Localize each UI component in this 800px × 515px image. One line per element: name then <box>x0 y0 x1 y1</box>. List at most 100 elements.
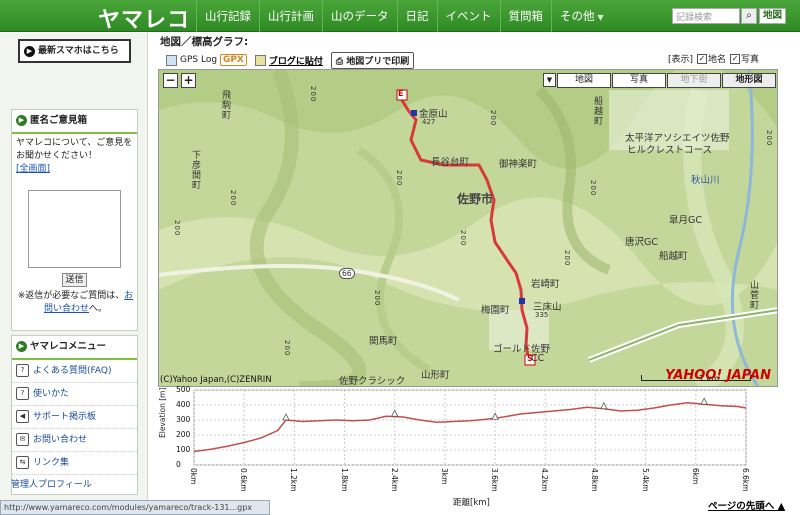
elevation-chart: Elevation [m] 距離[km] 0 100 200 300 400 500 0km… <box>158 385 760 508</box>
chevron-right-icon: ▶ <box>16 341 27 352</box>
nav-item-qa[interactable]: 質問箱 <box>499 0 552 32</box>
layer-dropdown-icon[interactable]: ▼ <box>543 73 556 87</box>
search-icon[interactable]: ⌕ <box>741 8 757 24</box>
y-tick-label: 300 <box>176 415 191 424</box>
label-shimohikoma: 下彦間町 <box>190 150 200 190</box>
label-sano-city: 佐野市 <box>457 192 494 206</box>
nav-item-events[interactable]: イベント <box>436 0 500 32</box>
layer-underground-button[interactable]: 地下街 <box>667 73 721 88</box>
browser-status-bar: http://www.yamareco.com/modules/yamareco… <box>0 500 270 515</box>
nav-item-diary[interactable]: 日記 <box>396 0 437 32</box>
print-item[interactable]: ⎙ 地図プリで印刷 <box>330 51 415 69</box>
label-sekima: 関馬町 <box>369 336 398 347</box>
label-hasedai: 長谷台町 <box>431 157 470 168</box>
opinion-textarea[interactable] <box>28 190 121 268</box>
site-logo[interactable]: ヤマレコ <box>98 2 190 34</box>
image-icon <box>254 54 266 66</box>
topographic-map[interactable]: − + ▼ 地図 写真 地下街 地形図 E S 金原山 427 長谷台町 御神楽… <box>158 69 778 387</box>
label-funakoshi-1: 船越町 <box>592 96 602 126</box>
map-button[interactable]: 地図 <box>759 8 787 24</box>
opinion-box: ▶ 匿名ご意見箱 ヤマレコについて、ご意見をお聞かせください！ [全画面] 送信 … <box>11 109 138 331</box>
label-karasawa-gc: 唐沢GC <box>625 237 658 248</box>
elevation-plot <box>193 389 747 466</box>
label-sano-classic: 佐野クラシック <box>339 376 406 387</box>
label-satsuki-gc: 皐月GC <box>669 215 702 226</box>
menu-item-howto[interactable]: ? 使いかた <box>12 383 137 406</box>
speaker-icon: ◀ <box>16 410 29 423</box>
nav-item-plans[interactable]: 山行計画 <box>259 0 322 32</box>
x-tick-label: 0.6km <box>239 468 249 492</box>
save-icon <box>166 54 177 66</box>
map-canvas <box>159 70 777 386</box>
x-tick-label: 5.4km <box>640 468 650 492</box>
y-tick-label: 200 <box>176 430 191 439</box>
label-hillcrest: ヒルクレストコース <box>627 145 713 156</box>
chevron-right-icon: ▶ <box>16 115 27 126</box>
layer-map-button[interactable]: 地図 <box>557 73 611 88</box>
menu-item-contact[interactable]: ✉ お問い合わせ <box>12 429 137 452</box>
nav-item-other[interactable]: その他 ▼ <box>551 0 612 32</box>
nav-item-records[interactable]: 山行記録 <box>196 0 259 32</box>
blog-embed-item[interactable]: ブログに貼付 <box>254 54 323 67</box>
contour-label: 200 <box>489 110 497 127</box>
label-umesono: 梅園町 <box>481 305 510 316</box>
label-cc: CC <box>531 353 545 364</box>
record-search-input[interactable]: 記録検索 <box>672 8 740 24</box>
map-toolbar: GPS Log GPX ブログに貼付 ⎙ 地図プリで印刷 <box>166 51 422 69</box>
menu-item-links[interactable]: ⇆ リンク集 <box>12 452 137 475</box>
zoom-in-button[interactable]: + <box>181 73 196 88</box>
label-akiyama-river: 秋山川 <box>691 175 720 186</box>
blog-embed-link[interactable]: ブログに貼付 <box>269 54 323 67</box>
plot-area <box>193 389 747 466</box>
printer-icon: ⎙ <box>335 56 347 67</box>
yahoo-logo: YAHOO! JAPAN <box>665 368 771 383</box>
gpx-download-button[interactable]: GPX <box>219 54 247 66</box>
photo-checkbox[interactable]: ✓ <box>730 53 741 64</box>
contour-label: 200 <box>373 290 381 307</box>
contour-label: 200 <box>459 230 467 247</box>
zoom-out-button[interactable]: − <box>163 73 178 88</box>
opinion-text: ヤマレコについて、ご意見をお聞かせください！ [全画面] <box>16 138 133 174</box>
print-map-button[interactable]: ⎙ 地図プリで印刷 <box>330 51 415 69</box>
label-yamagata: 山形町 <box>421 370 450 381</box>
mail-icon: ✉ <box>16 433 29 446</box>
menu-item-support-board[interactable]: ◀ サポート掲示板 <box>12 406 137 429</box>
main-nav: 山行記録 山行計画 山のデータ 日記 イベント 質問箱 その他 ▼ <box>196 0 612 32</box>
x-tick-label: 2.4km <box>389 468 399 492</box>
opinion-box-header: ▶ 匿名ご意見箱 <box>12 110 137 134</box>
label-kanahara-height: 427 <box>422 118 436 126</box>
summit-marker-kanahara <box>411 110 417 116</box>
y-tick-label: 400 <box>176 400 191 409</box>
x-tick-label: 0km <box>189 468 198 485</box>
menu-item-faq[interactable]: ? よくある質問(FAQ) <box>12 360 137 383</box>
summit-marker-sanshou <box>519 298 525 304</box>
place-name-checkbox[interactable]: ✓ <box>697 53 708 64</box>
menu-header: ▶ ヤマレコメニュー <box>12 336 137 360</box>
y-tick-label: 100 <box>176 445 191 454</box>
layer-topographic-button[interactable]: 地形図 <box>722 73 776 88</box>
x-tick-label: 1.2km <box>289 468 299 492</box>
nav-item-mountain-data[interactable]: 山のデータ <box>322 0 397 32</box>
top-nav-bar: ヤマレコ 山行記録 山行計画 山のデータ 日記 イベント 質問箱 その他 ▼ 記録… <box>0 0 800 34</box>
contour-label: 200 <box>563 250 571 267</box>
page-top-link[interactable]: ページの先頭へ ▲ <box>708 498 785 512</box>
gps-log-item: GPS Log GPX <box>166 54 247 66</box>
contour-label: 200 <box>173 220 181 237</box>
display-options: [表示] ✓ 地名 ✓ 写真 <box>668 53 760 65</box>
contour-label: 200 <box>309 86 317 103</box>
y-tick-label: 0 <box>176 460 181 469</box>
layer-photo-button[interactable]: 写真 <box>612 73 666 88</box>
arrows-icon: ⇆ <box>16 456 29 469</box>
label-funakoshi-2: 船越町 <box>659 251 688 262</box>
full-screen-link[interactable]: [全画面] <box>16 164 50 174</box>
x-tick-label: 1.8km <box>339 468 349 492</box>
send-button[interactable]: 送信 <box>62 273 87 287</box>
contour-label: 200 <box>395 170 403 187</box>
x-tick-label: 4.2km <box>540 468 550 492</box>
admin-profile-link[interactable]: 管理人プロフィール <box>11 477 92 490</box>
mobile-site-button[interactable]: ▶ 最新スマホはこちら <box>18 39 131 63</box>
end-marker: E <box>398 89 404 98</box>
sidebar: ▶ 最新スマホはこちら ▶ 匿名ご意見箱 ヤマレコについて、ご意見をお聞かせください… <box>0 33 148 515</box>
label-gojin: 御神楽町 <box>499 159 538 170</box>
play-icon: ▶ <box>24 46 35 57</box>
